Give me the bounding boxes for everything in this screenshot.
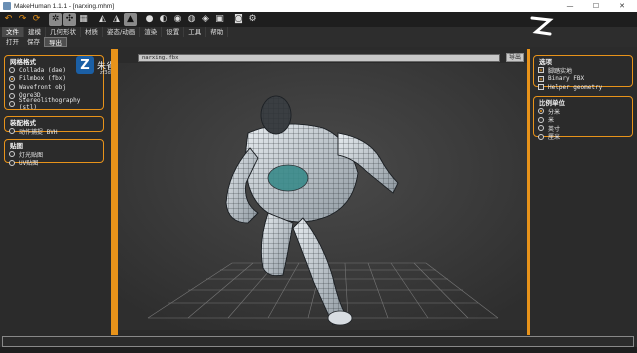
back-view-icon[interactable]: ◮ (110, 13, 123, 26)
option-checkbox[interactable]: ✕ 脚踏实地 (538, 66, 629, 75)
eyes-icon[interactable]: ◍ (185, 13, 198, 26)
scale-option[interactable]: 分米 (538, 107, 629, 116)
skin-icon[interactable]: ◐ (157, 13, 170, 26)
wireframe-icon[interactable]: ✲ (49, 13, 62, 26)
bottom-strip (0, 347, 637, 353)
tab-modelling[interactable]: 建模 (24, 27, 46, 37)
scale-title: 比例单位 (538, 97, 566, 107)
mesh-format-title: 网格格式 (9, 56, 37, 66)
mesh-icon[interactable]: ◈ (199, 13, 212, 26)
maps-group: 贴图 灯光贴图 UV贴图 (4, 139, 104, 167)
hair-icon[interactable]: ◉ (171, 13, 184, 26)
tab-export[interactable]: 导出 (44, 37, 67, 47)
head-icon[interactable]: ● (143, 13, 156, 26)
reset-icon[interactable]: ⟳ (30, 13, 43, 26)
minimize-button[interactable]: — (557, 0, 583, 12)
mesh-format-option[interactable]: Wavefront obj (9, 83, 100, 92)
filename-input[interactable] (138, 53, 500, 62)
tab-open[interactable]: 打开 (2, 37, 23, 47)
window-title: MakeHuman 1.1.1 - [narxing.mhm] (14, 2, 115, 10)
settings-icon[interactable]: ⚙ (246, 13, 259, 26)
scale-option[interactable]: 厘米 (538, 133, 629, 141)
right-splitter[interactable] (527, 49, 530, 335)
title-bar: MakeHuman 1.1.1 - [narxing.mhm] — ☐ ✕ (0, 0, 637, 12)
rig-format-option[interactable]: 动作捕捉 BVH (9, 127, 100, 136)
option-checkbox[interactable]: Helper geometry (538, 83, 629, 92)
right-panel: 选项 ✕ 脚踏实地 ✕ Binary FBX Helper geometry 比例单… (531, 49, 635, 337)
tab-settings[interactable]: 设置 (162, 27, 185, 37)
watermark-logo-right (530, 16, 554, 36)
3d-viewport[interactable] (118, 63, 527, 330)
maximize-button[interactable]: ☐ (583, 0, 609, 12)
rig-format-title: 装配格式 (9, 117, 37, 127)
side-view-icon[interactable]: ▲ (124, 13, 137, 26)
tab-help[interactable]: 帮助 (206, 27, 229, 37)
rig-format-group: 装配格式 动作捕捉 BVH (4, 116, 104, 136)
redo-icon[interactable]: ↷ (16, 13, 29, 26)
scale-group: 比例单位 分米 米 英寸 厘米 (533, 96, 633, 141)
smooth-icon[interactable]: ▣ (213, 13, 226, 26)
left-panel: 网格格式 Collada (dae) Filmbox (fbx) Wavefro… (2, 49, 106, 337)
scale-option[interactable]: 英寸 (538, 124, 629, 133)
tab-material[interactable]: 材质 (81, 27, 103, 37)
scale-option[interactable]: 米 (538, 116, 629, 124)
grid-icon[interactable]: ▦ (77, 13, 90, 26)
tab-render[interactable]: 渲染 (140, 27, 163, 37)
front-view-icon[interactable]: ◭ (96, 13, 109, 26)
tab-tools[interactable]: 工具 (184, 27, 207, 37)
app-icon (3, 2, 11, 10)
close-button[interactable]: ✕ (609, 0, 635, 12)
viewport-scene (118, 63, 527, 330)
pose-icon[interactable]: ✣ (63, 13, 76, 26)
tab-save[interactable]: 保存 (23, 37, 44, 47)
options-title: 选项 (538, 56, 553, 66)
tab-pose[interactable]: 姿态/动画 (103, 27, 141, 37)
export-button[interactable]: 导出 (506, 53, 524, 62)
status-bar (2, 336, 634, 347)
maps-option[interactable]: 灯光贴图 (9, 150, 100, 159)
tab-file[interactable]: 文件 (2, 27, 24, 37)
filename-bar: 导出 (118, 52, 527, 63)
mesh-format-option[interactable]: Stereolithography (stl) (9, 97, 100, 111)
screenshot-icon[interactable]: ◙ (232, 13, 245, 26)
mesh-format-option[interactable]: Filmbox (fbx) (9, 75, 100, 84)
watermark-logo: Z (76, 56, 94, 74)
maps-title: 贴图 (9, 140, 24, 150)
tab-geometry[interactable]: 几何形状 (46, 27, 81, 37)
option-checkbox[interactable]: ✕ Binary FBX (538, 75, 629, 84)
maps-option[interactable]: UV贴图 (9, 159, 100, 167)
options-group: 选项 ✕ 脚踏实地 ✕ Binary FBX Helper geometry (533, 55, 633, 91)
left-splitter[interactable] (111, 49, 118, 335)
undo-icon[interactable]: ↶ (2, 13, 15, 26)
